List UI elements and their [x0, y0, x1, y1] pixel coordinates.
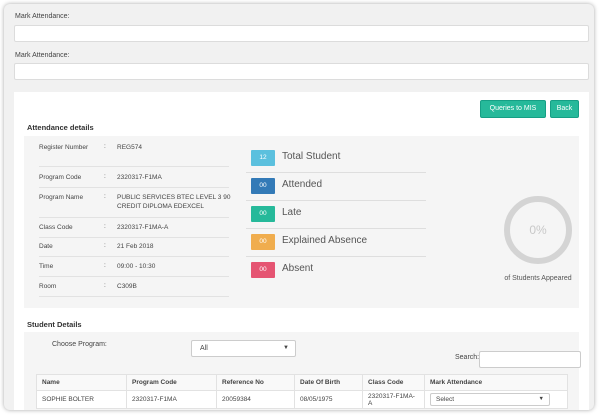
column-header-date-of-birth[interactable]: Date Of Birth — [294, 374, 363, 391]
info-label: Date — [39, 243, 53, 250]
info-row-time: Time : 09:00 - 10:30 — [39, 262, 229, 272]
stat-late: 00 Late — [246, 204, 426, 226]
stat-count-badge: 12 — [251, 150, 275, 166]
caret-down-icon: ▼ — [538, 396, 544, 402]
program-select[interactable]: All ▼ — [191, 340, 296, 357]
stat-label: Late — [282, 207, 302, 218]
info-colon: : — [104, 193, 106, 200]
cell-class-code: 2320317-F1MA-A — [362, 390, 425, 409]
info-label: Program Name — [39, 194, 84, 201]
caret-down-icon: ▼ — [283, 345, 289, 351]
cell-name: SOPHIE BOLTER — [36, 390, 127, 409]
info-value: 09:00 - 10:30 — [117, 263, 156, 270]
info-colon: : — [104, 143, 106, 150]
divider — [39, 256, 229, 257]
queries-to-mis-button[interactable]: Queries to MIS — [480, 100, 546, 118]
info-row-program-name: Program Name : PUBLIC SERVICES BTEC LEVE… — [39, 193, 231, 213]
app-window: Mark Attendance: Mark Attendance: Querie… — [4, 4, 594, 410]
info-colon: : — [104, 262, 106, 269]
stat-attended: 00 Attended — [246, 176, 426, 198]
info-label: Program Code — [39, 174, 82, 181]
appeared-caption: of Students Appeared — [504, 275, 572, 282]
attendance-details-box: Register Number : REG574 Program Code : … — [24, 136, 579, 308]
student-details-title: Student Details — [27, 320, 82, 329]
mark-attendance-input-1[interactable] — [14, 25, 589, 42]
stat-count-badge: 00 — [251, 262, 275, 278]
search-label: Search: — [455, 354, 480, 361]
info-row-date: Date : 21 Feb 2018 — [39, 242, 229, 252]
info-colon: : — [104, 223, 106, 230]
stat-count-badge: 00 — [251, 206, 275, 222]
mark-attendance-label-1: Mark Attendance: — [15, 13, 70, 20]
info-value: 2320317-F1MA-A — [117, 224, 169, 231]
info-row-class-code: Class Code : 2320317-F1MA-A — [39, 223, 229, 233]
divider — [39, 217, 229, 218]
divider — [246, 200, 426, 201]
back-button[interactable]: Back — [550, 100, 579, 118]
stat-total-student: 12 Total Student — [246, 148, 426, 170]
cell-reference-no: 20059384 — [216, 390, 295, 409]
mark-attendance-select-value: Select — [436, 396, 455, 403]
info-label: Register Number — [39, 144, 89, 151]
info-colon: : — [104, 242, 106, 249]
column-header-reference-no[interactable]: Reference No — [216, 374, 295, 391]
info-row-register-number: Register Number : REG574 — [39, 143, 229, 161]
cell-mark-attendance: Select ▼ — [424, 390, 568, 409]
info-value: REG574 — [117, 144, 142, 151]
choose-program-label: Choose Program: — [52, 341, 107, 348]
program-select-value: All — [200, 345, 208, 352]
column-header-program-code[interactable]: Program Code — [126, 374, 217, 391]
info-value: C309B — [117, 283, 137, 290]
info-row-program-code: Program Code : 2320317-F1MA — [39, 173, 229, 183]
appeared-progress-circle: 0% — [504, 196, 572, 264]
stat-label: Absent — [282, 263, 314, 274]
divider — [39, 187, 229, 188]
stat-label: Attended — [282, 179, 323, 190]
info-label: Room — [39, 283, 57, 290]
divider — [246, 228, 426, 229]
attendance-details-title: Attendance details — [27, 123, 94, 132]
divider — [39, 166, 229, 167]
stat-count-badge: 00 — [251, 234, 275, 250]
info-label: Time — [39, 263, 54, 270]
search-input[interactable] — [479, 351, 581, 368]
cell-program-code: 2320317-F1MA — [126, 390, 217, 409]
info-value: 21 Feb 2018 — [117, 243, 154, 250]
stat-label: Total Student — [282, 151, 341, 162]
info-value: 2320317-F1MA — [117, 174, 162, 181]
appeared-percent: 0% — [529, 223, 547, 237]
cell-dob: 08/05/1975 — [294, 390, 363, 409]
mark-attendance-input-2[interactable] — [14, 63, 589, 80]
column-header-mark-attendance[interactable]: Mark Attendance — [424, 374, 568, 391]
table-row: SOPHIE BOLTER 2320317-F1MA 20059384 08/0… — [36, 390, 568, 409]
info-row-room: Room : C309B — [39, 282, 229, 292]
info-label: Class Code — [39, 224, 73, 231]
divider — [246, 256, 426, 257]
column-header-class-code[interactable]: Class Code — [362, 374, 425, 391]
info-colon: : — [104, 173, 106, 180]
divider — [39, 296, 229, 297]
column-header-name[interactable]: Name — [36, 374, 127, 391]
table-header-row: Name Program Code Reference No Date Of B… — [36, 374, 568, 391]
students-table: Name Program Code Reference No Date Of B… — [36, 374, 568, 409]
divider — [246, 172, 426, 173]
mark-attendance-select[interactable]: Select ▼ — [430, 393, 550, 406]
stat-label: Explained Absence — [282, 235, 368, 246]
divider — [39, 237, 229, 238]
student-details-box: Choose Program: All ▼ Search: Name Progr… — [24, 332, 581, 410]
divider — [39, 276, 229, 277]
mark-attendance-label-2: Mark Attendance: — [15, 52, 70, 59]
info-colon: : — [104, 282, 106, 289]
info-value: PUBLIC SERVICES BTEC LEVEL 3 90 CREDIT D… — [117, 194, 231, 210]
stat-count-badge: 00 — [251, 178, 275, 194]
stat-absent: 00 Absent — [246, 260, 426, 282]
stat-explained-absence: 00 Explained Absence — [246, 232, 426, 254]
attendance-panel: Queries to MIS Back Attendance details R… — [14, 92, 589, 410]
